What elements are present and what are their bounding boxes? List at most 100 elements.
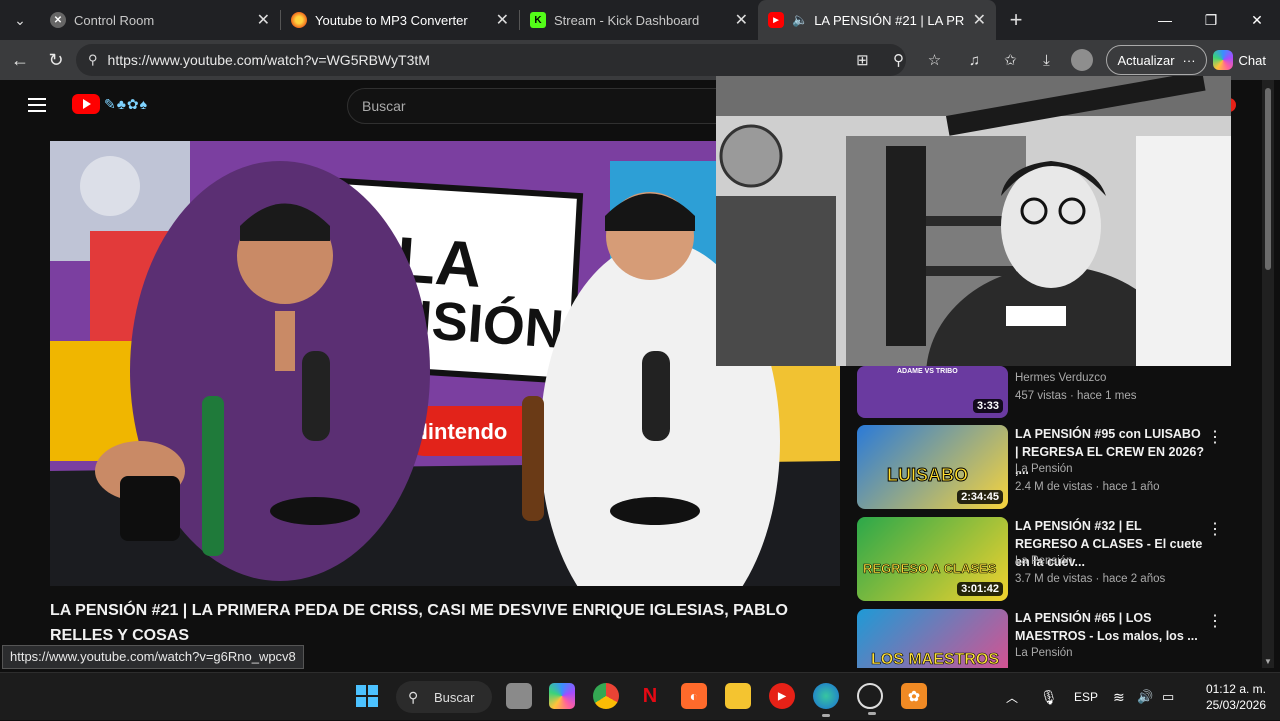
edge-icon[interactable]: [813, 683, 839, 717]
thumb-caption: LOS MAESTROS: [871, 651, 1000, 668]
youtube-music-icon[interactable]: ▶: [769, 683, 795, 709]
clock-time: 01:12 a. m.: [1205, 682, 1266, 696]
read-aloud-icon[interactable]: ♫: [956, 42, 992, 78]
tab-control-room[interactable]: ✕ Control Room ✕: [40, 0, 280, 40]
app-fruit-icon[interactable]: ✿: [901, 683, 927, 709]
recommendation-thumbnail[interactable]: ADAME VS TRIBO 3:33: [857, 366, 1008, 418]
windows-start-icon[interactable]: [354, 683, 380, 709]
taskbar-search[interactable]: ⚲ Buscar: [396, 681, 492, 713]
copilot-chat-button[interactable]: Chat: [1212, 50, 1266, 70]
webcam-overlay: [716, 76, 1231, 366]
video-meta: 457 vistas · hace 1 mes: [1015, 390, 1137, 402]
channel-name[interactable]: La Pensión: [1015, 647, 1073, 659]
converter-icon: [291, 12, 307, 28]
recommendation-thumbnail[interactable]: LUISABO 2:34:45: [857, 425, 1008, 509]
netflix-icon[interactable]: N: [637, 683, 663, 709]
language-indicator[interactable]: ESP: [1074, 673, 1098, 721]
channel-name[interactable]: La Pensión: [1015, 555, 1073, 567]
close-icon[interactable]: ✕: [257, 10, 270, 30]
app-available-icon[interactable]: ⊞: [844, 42, 880, 78]
back-arrow-icon[interactable]: ←: [2, 42, 38, 78]
new-tab-plus-icon[interactable]: +: [996, 0, 1036, 40]
profile-avatar[interactable]: [1064, 42, 1100, 78]
minimize-icon[interactable]: —: [1142, 0, 1188, 40]
tab-title: LA PENSIÓN #21 | LA PRIMERA: [814, 12, 965, 28]
wifi-icon[interactable]: ≋: [1113, 673, 1125, 721]
youtube-icon: ▶: [768, 12, 784, 28]
avatar: [1071, 49, 1094, 71]
battery-icon[interactable]: ▭: [1162, 673, 1174, 721]
tab-mp3-converter[interactable]: Youtube to MP3 Converter ✕: [281, 0, 519, 40]
taskbar-search-label: Buscar: [434, 689, 475, 705]
recommendation-item[interactable]: LOS MAESTROS LA PENSIÓN #65 | LOS MAESTR…: [857, 609, 1237, 668]
downloads-icon[interactable]: ⤓: [1028, 42, 1064, 78]
page-scrollbar[interactable]: ▼: [1262, 80, 1274, 668]
update-button[interactable]: Actualizar ···: [1106, 45, 1207, 75]
taskbar-clock[interactable]: 01:12 a. m. 25/03/2026: [1196, 681, 1266, 713]
speaker-icon[interactable]: 🔈: [792, 12, 808, 28]
microphone-icon[interactable]: 🎙: [1040, 673, 1058, 721]
webcam-frame: [716, 76, 1231, 366]
search-input[interactable]: Buscar: [347, 88, 727, 124]
volume-icon[interactable]: 🔊: [1137, 673, 1153, 721]
close-icon[interactable]: ✕: [973, 10, 986, 30]
app-orange-icon[interactable]: ◐: [681, 683, 707, 709]
channel-name[interactable]: Hermes Verduzco: [1015, 372, 1106, 384]
restore-icon[interactable]: ❐: [1188, 0, 1234, 40]
address-bar[interactable]: ⚲ https://www.youtube.com/watch?v=WG5RBW…: [76, 44, 906, 76]
control-room-icon: ✕: [50, 12, 66, 28]
scrollbar-thumb[interactable]: [1265, 88, 1271, 270]
video-title[interactable]: LA PENSIÓN #65 | LOS MAESTROS - Los malo…: [1015, 609, 1205, 645]
tab-title: Control Room: [74, 12, 155, 28]
kick-icon: K: [530, 12, 546, 28]
browser-toolbar: ← ↻ ⚲ https://www.youtube.com/watch?v=WG…: [0, 40, 1280, 80]
thumb-caption: LUISABO: [887, 465, 969, 486]
channel-name[interactable]: La Pensión: [1015, 463, 1073, 475]
reload-icon[interactable]: ↻: [38, 42, 74, 78]
site-info-icon[interactable]: ⚲: [88, 52, 98, 68]
search-icon: ⚲: [408, 688, 419, 705]
search-placeholder: Buscar: [362, 98, 406, 114]
obs-icon[interactable]: [857, 683, 883, 715]
clock-date: 25/03/2026: [1205, 698, 1266, 712]
tab-strip: ⌄ ✕ Control Room ✕ Youtube to MP3 Conver…: [0, 0, 1280, 40]
chat-label: Chat: [1238, 52, 1266, 68]
sign-nintendo: Nintendo: [412, 419, 507, 444]
copilot-icon: [1212, 50, 1233, 70]
close-icon[interactable]: ✕: [735, 10, 748, 30]
toolbar-actions: ⊞ ⚲ ☆ ♫ ✩ ⤓ Actualizar ··· Chat: [844, 40, 1280, 80]
link-status-bar: https://www.youtube.com/watch?v=g6Rno_wp…: [2, 645, 304, 669]
more-options-icon[interactable]: ⋮: [1207, 427, 1223, 447]
recommendation-item[interactable]: LUISABO 2:34:45 LA PENSIÓN #95 con LUISA…: [857, 425, 1237, 509]
youtube-doodle-icon[interactable]: ✎♣✿♠: [104, 96, 148, 113]
tab-list-chevron-icon[interactable]: ⌄: [0, 0, 40, 40]
recommendation-thumbnail[interactable]: LOS MAESTROS: [857, 609, 1008, 668]
address-url: https://www.youtube.com/watch?v=WG5RBWyT…: [107, 52, 430, 68]
video-duration: 3:33: [972, 399, 1003, 413]
more-options-icon[interactable]: ⋮: [1207, 519, 1223, 539]
zoom-icon[interactable]: ⚲: [880, 42, 916, 78]
tab-la-pension[interactable]: ▶ 🔈 LA PENSIÓN #21 | LA PRIMERA ✕: [758, 0, 996, 40]
scroll-down-arrow-icon[interactable]: ▼: [1264, 657, 1272, 666]
copilot-taskbar-icon[interactable]: [549, 683, 575, 709]
more-options-icon[interactable]: ⋮: [1207, 611, 1223, 631]
window-close-icon[interactable]: ✕: [1234, 0, 1280, 40]
youtube-logo[interactable]: [72, 94, 100, 114]
video-duration: 3:01:42: [957, 582, 1003, 596]
video-meta: 2.4 M de vistas · hace 1 año: [1015, 481, 1160, 493]
taskbar: ⚲ Buscar N ◐ ▶ ✿ ︿ 🎙 ESP ≋ 🔊 ▭ 01:12 a. m…: [0, 672, 1280, 720]
favorites-icon[interactable]: ✩: [992, 42, 1028, 78]
file-explorer-icon[interactable]: [725, 683, 751, 709]
recommendation-thumbnail[interactable]: REGRESO A CLASES 3:01:42: [857, 517, 1008, 601]
tray-chevron-icon[interactable]: ︿: [1006, 673, 1018, 721]
menu-hamburger-icon[interactable]: [28, 98, 46, 112]
tab-kick-dashboard[interactable]: K Stream - Kick Dashboard ✕: [520, 0, 758, 40]
update-label: Actualizar: [1117, 52, 1175, 68]
tab-title: Stream - Kick Dashboard: [554, 12, 700, 28]
chrome-icon[interactable]: [593, 683, 619, 709]
favorite-star-icon[interactable]: ☆: [916, 42, 952, 78]
video-title: LA PENSIÓN #21 | LA PRIMERA PEDA DE CRIS…: [50, 602, 788, 644]
task-view-icon[interactable]: [506, 683, 532, 709]
recommendation-item[interactable]: REGRESO A CLASES 3:01:42 LA PENSIÓN #32 …: [857, 517, 1237, 601]
close-icon[interactable]: ✕: [496, 10, 509, 30]
